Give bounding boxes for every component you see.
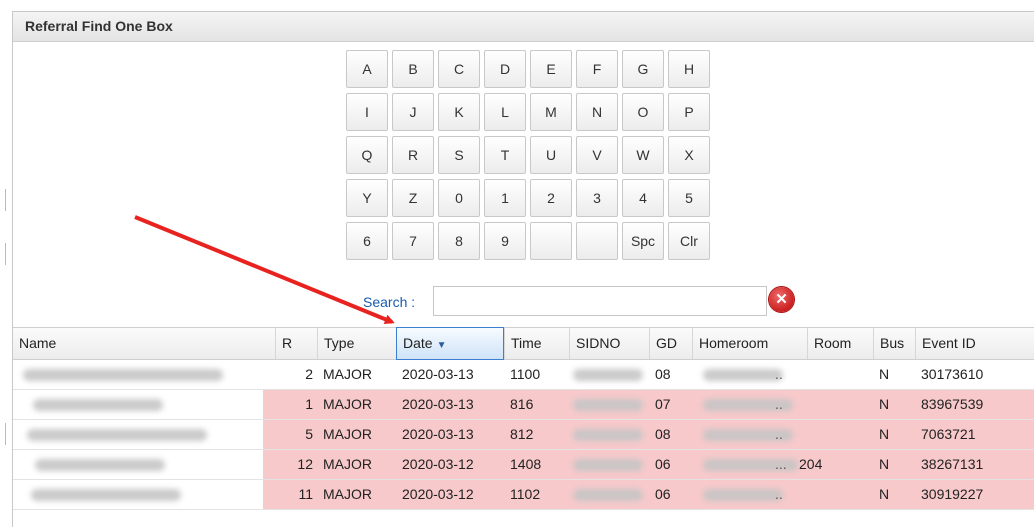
red-arrow-icon — [134, 215, 395, 324]
annotation-arrow — [134, 215, 395, 324]
